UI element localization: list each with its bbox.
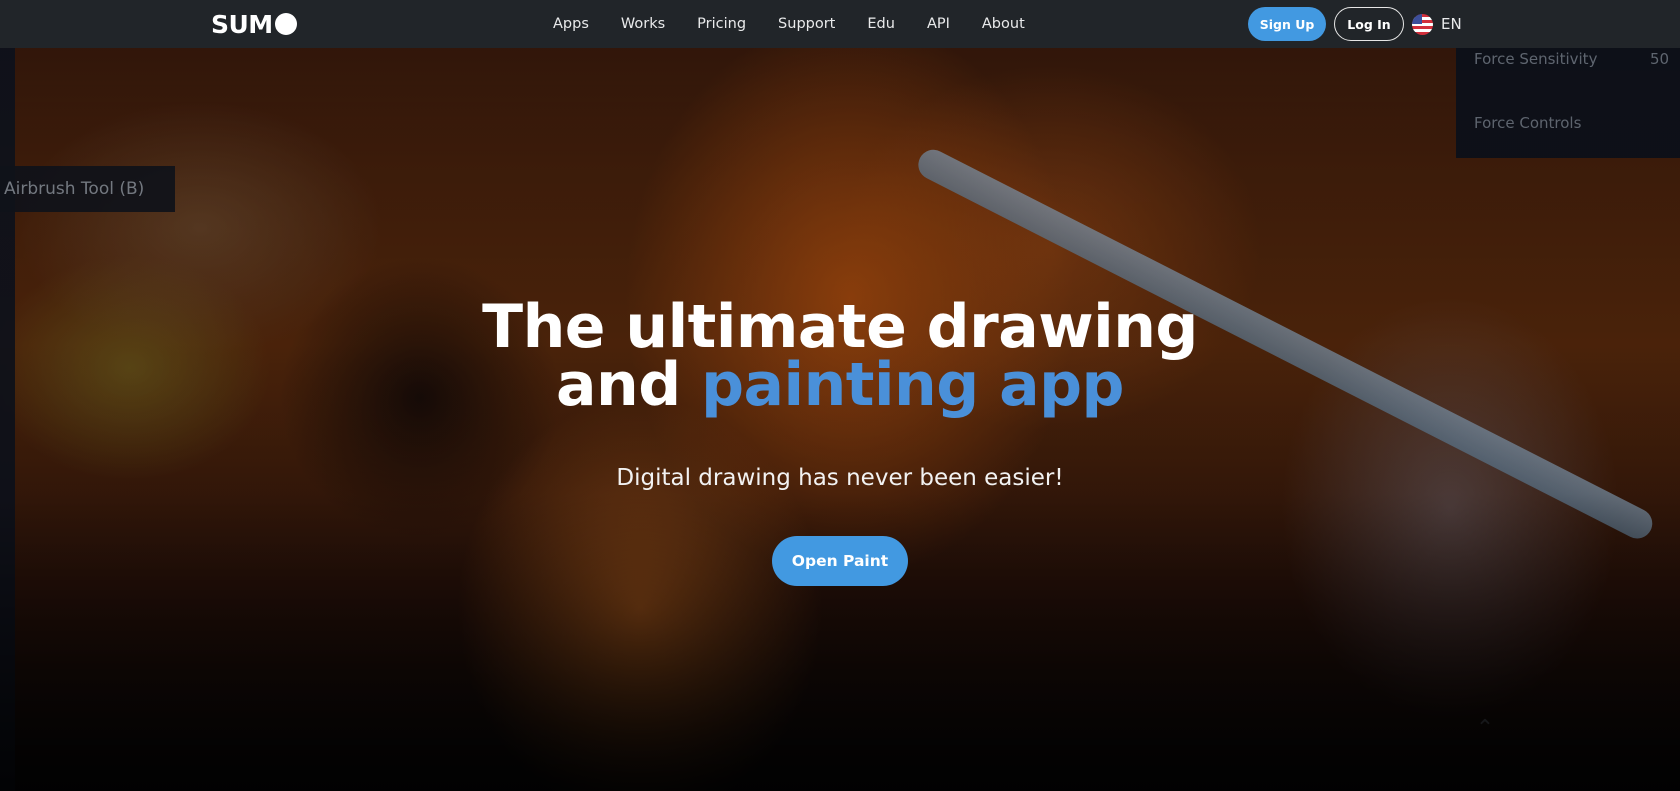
nav-link-edu[interactable]: Edu — [867, 16, 895, 32]
hero-section: Airbrush Tool (B) Force Sensitivity 50 F… — [0, 48, 1680, 791]
sign-up-button[interactable]: Sign Up — [1248, 7, 1326, 41]
nav-link-pricing[interactable]: Pricing — [697, 16, 746, 32]
nav-link-api[interactable]: API — [927, 16, 950, 32]
main-nav: Apps Works Pricing Support Edu API About — [553, 0, 1025, 48]
nav-link-works[interactable]: Works — [621, 16, 665, 32]
language-label: EN — [1441, 15, 1462, 33]
nav-link-apps[interactable]: Apps — [553, 16, 589, 32]
log-in-button[interactable]: Log In — [1334, 7, 1404, 41]
headline-accent: painting app — [701, 350, 1124, 420]
sumo-logo[interactable]: SUM — [211, 9, 297, 39]
nav-link-about[interactable]: About — [982, 16, 1025, 32]
logo-text: SUM — [211, 9, 273, 39]
headline-line-2-plain: and — [556, 350, 702, 420]
language-selector[interactable]: EN — [1412, 12, 1462, 36]
hero-subtitle: Digital drawing has never been easier! — [616, 465, 1064, 491]
open-paint-button[interactable]: Open Paint — [772, 536, 908, 586]
hero-headline: The ultimate drawing and painting app — [0, 297, 1680, 415]
top-navbar: SUM Apps Works Pricing Support Edu API A… — [0, 0, 1680, 48]
logo-circle-icon — [274, 13, 297, 35]
nav-link-support[interactable]: Support — [778, 16, 835, 32]
us-flag-icon — [1412, 13, 1433, 35]
